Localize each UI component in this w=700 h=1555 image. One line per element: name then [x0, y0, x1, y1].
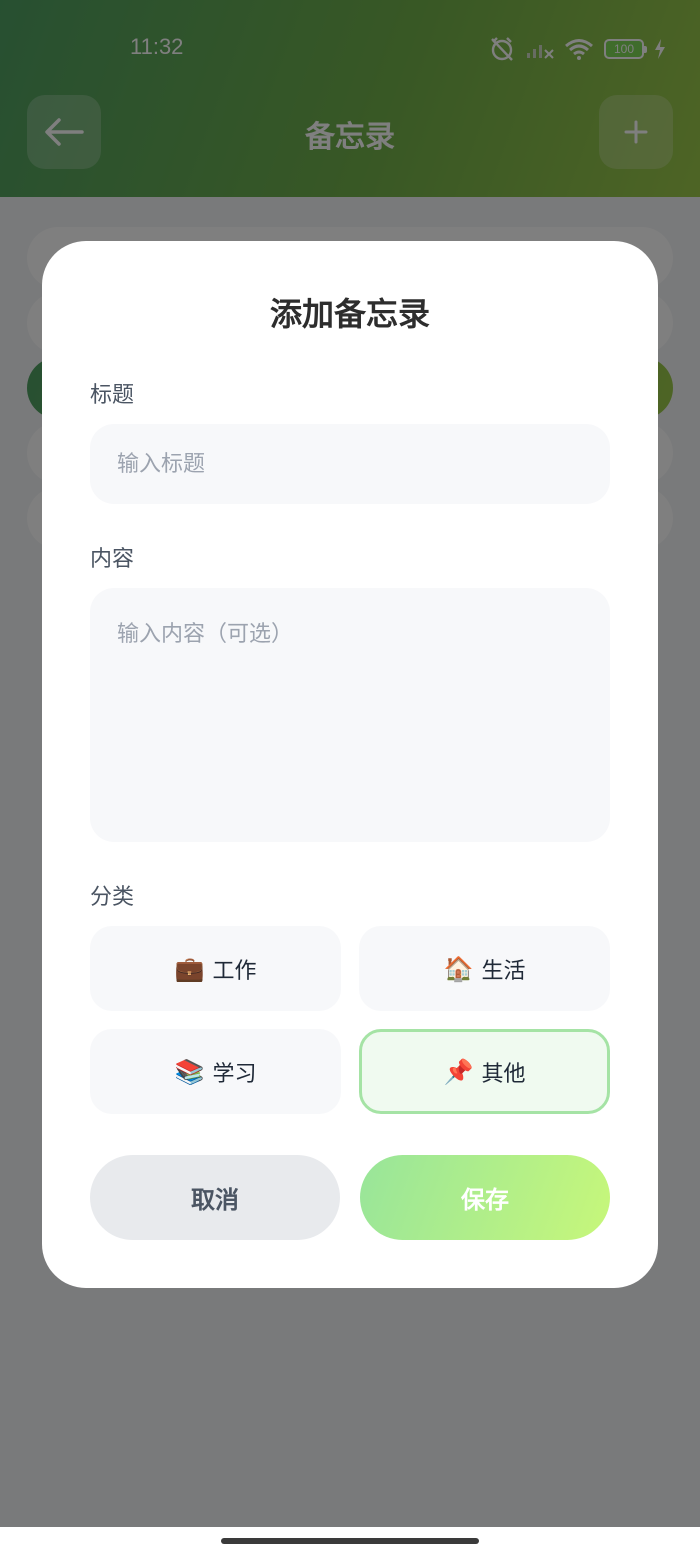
category-life-button[interactable]: 🏠 生活: [359, 926, 610, 1011]
category-study-button[interactable]: 📚 学习: [90, 1029, 341, 1114]
title-label: 标题: [90, 383, 135, 408]
category-label-text: 学习: [212, 1061, 257, 1087]
content-textarea[interactable]: [90, 588, 610, 842]
category-label: 分类: [90, 885, 135, 910]
category-work-button[interactable]: 💼 工作: [90, 926, 341, 1011]
add-memo-dialog: 添加备忘录 标题 内容 分类 💼 工作 🏠 生活 📚 学习 📌 其他 取消 保存: [42, 241, 658, 1288]
category-other-button[interactable]: 📌 其他: [359, 1029, 610, 1114]
save-button[interactable]: 保存: [360, 1155, 610, 1240]
dialog-title: 添加备忘录: [269, 295, 430, 333]
cancel-button[interactable]: 取消: [90, 1155, 340, 1240]
category-label-text: 其他: [481, 1061, 526, 1087]
content-label: 内容: [90, 547, 135, 572]
house-icon: 🏠: [443, 954, 474, 983]
pushpin-icon: 📌: [443, 1057, 474, 1086]
title-input[interactable]: [90, 424, 610, 504]
briefcase-icon: 💼: [174, 954, 205, 983]
category-label-text: 生活: [481, 958, 526, 984]
category-label-text: 工作: [212, 958, 257, 984]
home-indicator[interactable]: [221, 1538, 479, 1544]
books-icon: 📚: [174, 1057, 205, 1086]
